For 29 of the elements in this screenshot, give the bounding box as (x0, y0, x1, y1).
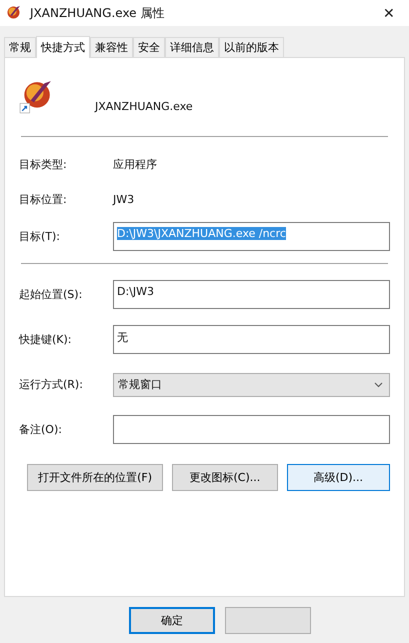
action-button[interactable]: 打开文件所在的位置(F) (27, 464, 164, 491)
input-field[interactable] (113, 415, 390, 444)
application-icon (6, 5, 22, 21)
field-value: 应用程序 (113, 157, 157, 172)
input-field[interactable]: D:\JW3 (113, 280, 390, 309)
shortcut-icon (19, 80, 53, 114)
field-label: 目标位置: (19, 192, 68, 207)
action-button[interactable]: 高级(D)... (286, 464, 390, 491)
tab[interactable]: 兼容性 (90, 37, 133, 57)
file-name: JXANZHUANG.exe (95, 100, 193, 112)
field-label: 目标类型: (19, 157, 68, 172)
field-label: 起始位置(S): (19, 287, 84, 302)
field-label: 运行方式(R): (19, 377, 84, 392)
field-label: 备注(O): (19, 422, 63, 437)
close-button[interactable]: ✕ (375, 1, 403, 25)
field-label: 快捷键(K): (19, 332, 73, 347)
ok-button[interactable]: 确定 (129, 607, 215, 634)
input-field[interactable]: 无 (113, 325, 390, 354)
run-dropdown[interactable]: 常规窗口 (113, 372, 390, 396)
tab[interactable]: 详细信息 (165, 37, 219, 57)
field-label: 目标(T): (19, 228, 62, 244)
field-value: JW3 (113, 193, 134, 206)
window-title: JXANZHUANG.exe 属性 (30, 4, 166, 22)
action-button[interactable]: 更改图标(C)... (172, 464, 278, 491)
chevron-down-icon (374, 382, 383, 388)
tab[interactable]: 以前的版本 (219, 37, 284, 57)
tab[interactable]: 常规 (4, 37, 36, 57)
tab[interactable]: 安全 (133, 37, 165, 57)
tab[interactable]: 快捷方式 (36, 36, 90, 58)
